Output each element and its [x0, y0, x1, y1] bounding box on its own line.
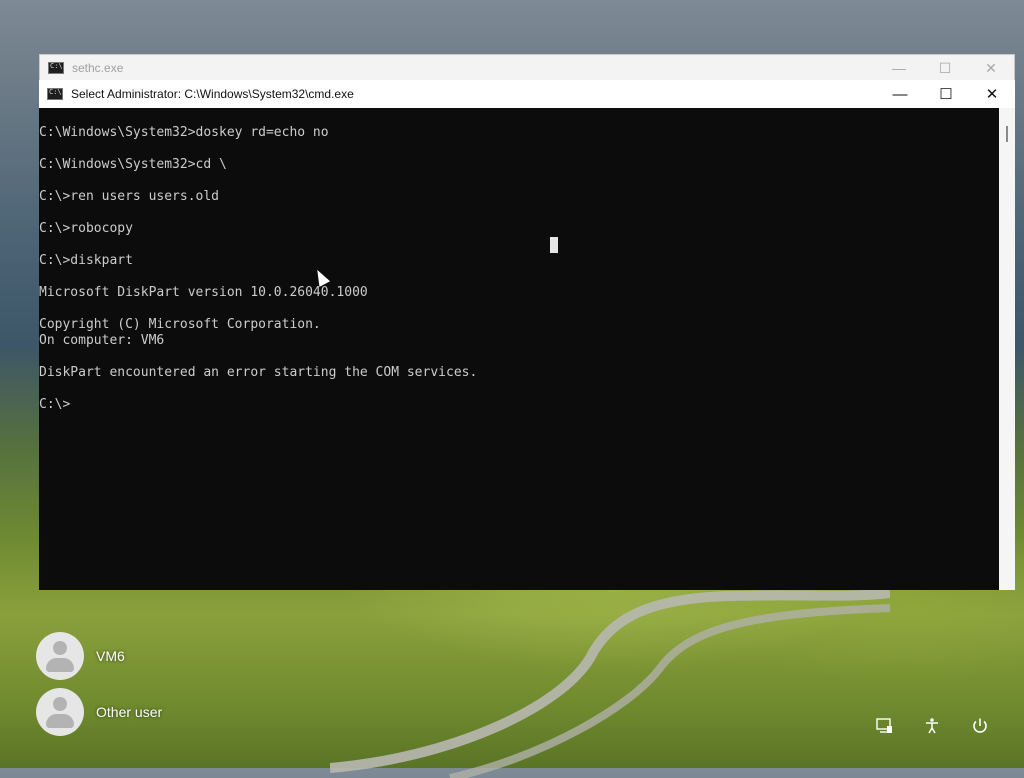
console-line: On computer: VM6: [39, 333, 165, 348]
console-output[interactable]: C:\Windows\System32>doskey rd=echo no C:…: [39, 108, 999, 590]
console-line: C:\>ren users users.old: [39, 189, 220, 204]
accessibility-icon[interactable]: [920, 714, 944, 738]
maximize-button[interactable]: ☐: [922, 55, 968, 81]
user-tile-vm6[interactable]: VM6: [36, 632, 125, 680]
console-lines: C:\Windows\System32>doskey rd=echo no C:…: [39, 125, 477, 413]
console-line: C:\>robocopy: [39, 221, 133, 236]
close-button[interactable]: ✕: [969, 80, 1015, 108]
cmd-window-title: Select Administrator: C:\Windows\System3…: [71, 87, 354, 101]
console-scrollbar[interactable]: [999, 108, 1015, 590]
cmd-title-bar[interactable]: Select Administrator: C:\Windows\System3…: [39, 80, 1015, 108]
console-line: C:\Windows\System32>doskey rd=echo no: [39, 125, 329, 140]
console-line: C:\>diskpart: [39, 253, 133, 268]
maximize-button[interactable]: ☐: [923, 80, 969, 108]
scrollbar-thumb[interactable]: [1006, 126, 1008, 142]
cmd-window-controls: — ☐ ✕: [877, 80, 1015, 108]
network-icon[interactable]: [872, 714, 896, 738]
text-cursor: [550, 237, 558, 253]
cmd-window: Select Administrator: C:\Windows\System3…: [39, 80, 1015, 590]
user-tile-other-user[interactable]: Other user: [36, 688, 162, 736]
minimize-button[interactable]: —: [877, 80, 923, 108]
sethc-window-controls: — ☐ ✕: [876, 55, 1014, 81]
console-line: DiskPart encountered an error starting t…: [39, 365, 478, 380]
console-line: C:\>: [39, 397, 71, 412]
user-avatar-icon: [36, 632, 84, 680]
user-name: Other user: [96, 704, 163, 720]
user-name: VM6: [96, 648, 125, 664]
accessibility-icon-graphic: [926, 718, 938, 734]
network-icon-graphic: [876, 718, 892, 733]
console-app-icon: [48, 62, 64, 74]
console-line: C:\Windows\System32>cd \: [39, 157, 227, 172]
console-app-icon: [47, 88, 63, 100]
sethc-window-title: sethc.exe: [72, 61, 124, 75]
minimize-button[interactable]: —: [876, 55, 922, 81]
road-background-decoration: [330, 588, 890, 778]
power-icon-graphic: [973, 718, 987, 733]
close-button[interactable]: ✕: [968, 55, 1014, 81]
sethc-title-bar[interactable]: sethc.exe — ☐ ✕: [40, 55, 1014, 81]
user-avatar-icon: [36, 688, 84, 736]
power-icon[interactable]: [968, 714, 992, 738]
console-line: Copyright (C) Microsoft Corporation.: [39, 317, 321, 332]
console-line: Microsoft DiskPart version 10.0.26040.10…: [39, 285, 368, 300]
